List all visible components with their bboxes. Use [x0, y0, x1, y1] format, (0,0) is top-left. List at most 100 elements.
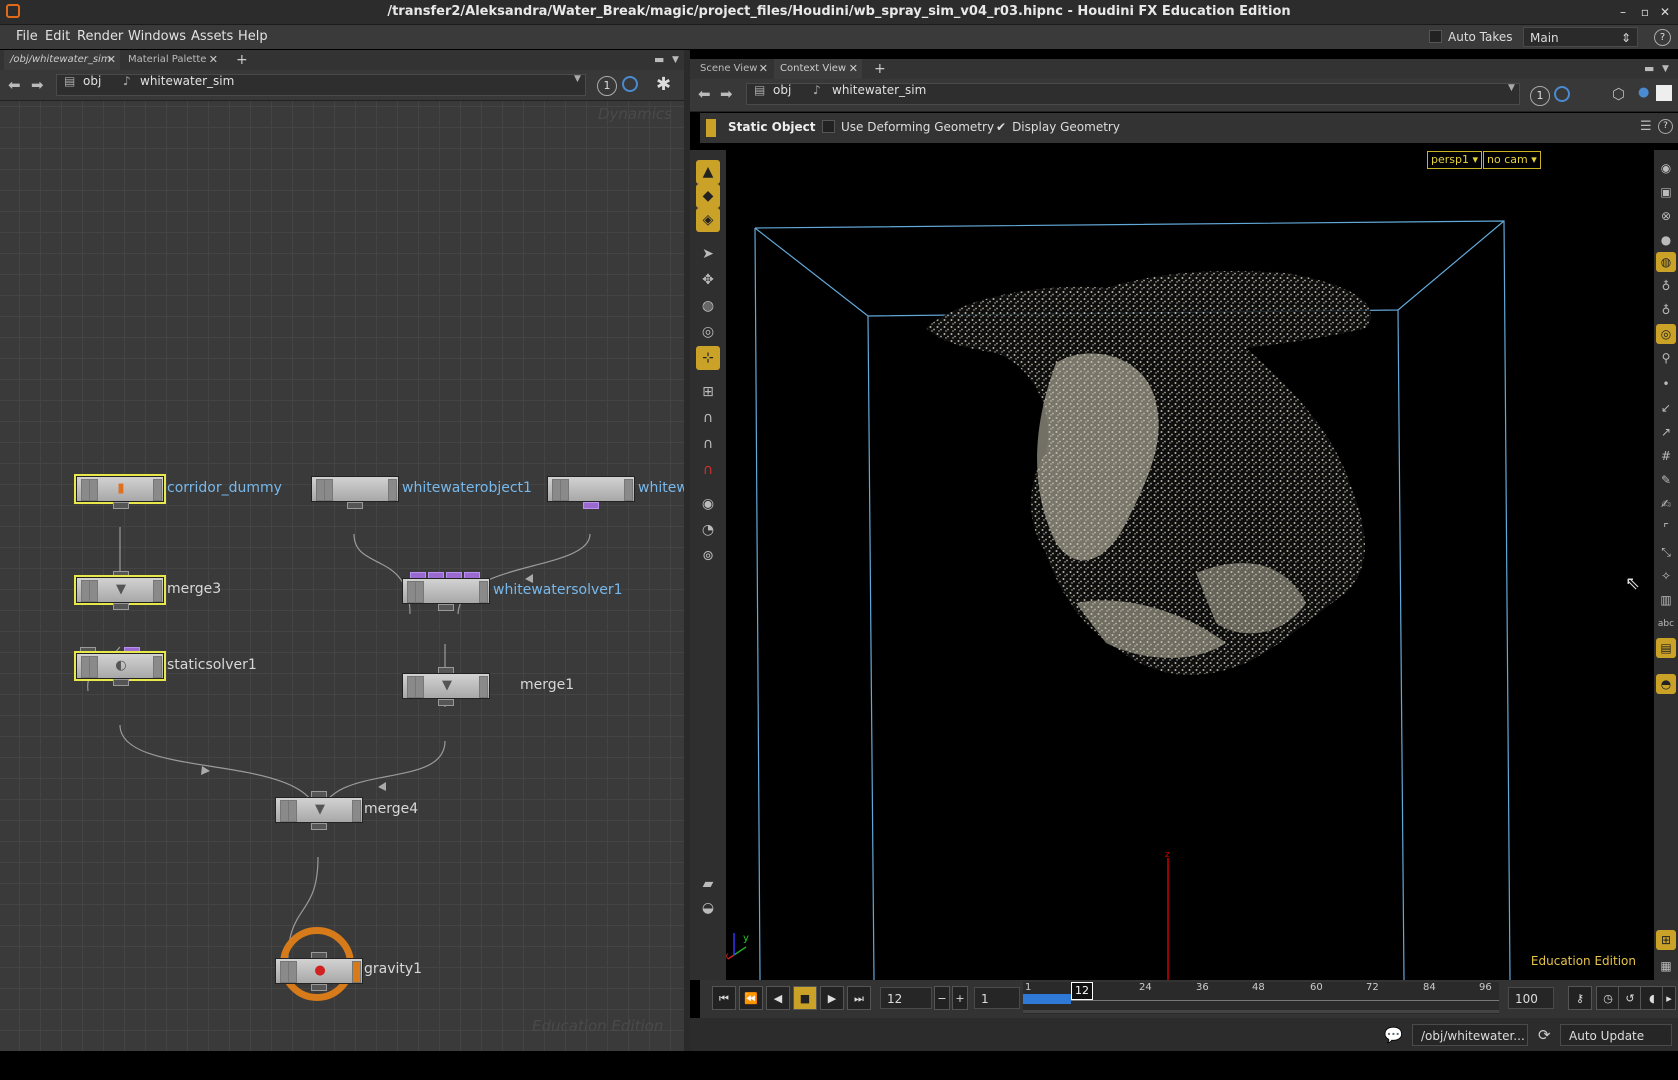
add-tab-icon[interactable]: +: [868, 59, 888, 79]
chevron-down-icon[interactable]: ▼: [1508, 83, 1515, 93]
lock-icon[interactable]: ▣: [1656, 182, 1676, 202]
transform-icon[interactable]: ✧: [1656, 566, 1676, 586]
node-flag[interactable]: [153, 656, 162, 678]
auto-takes-checkbox[interactable]: [1429, 30, 1442, 43]
close-icon[interactable]: ✕: [107, 50, 116, 70]
no-cam-dropdown[interactable]: no cam ▾: [1483, 151, 1541, 169]
snap-curve-icon[interactable]: ∩: [696, 406, 720, 430]
gear-icon[interactable]: ✱: [656, 74, 671, 95]
viewport-split-icon[interactable]: ▦: [1656, 956, 1676, 976]
node-output-port[interactable]: [583, 502, 599, 509]
light-icon[interactable]: ●: [1656, 230, 1676, 250]
pane-menu-icon[interactable]: ▬: [1638, 59, 1654, 79]
node-flag[interactable]: [288, 961, 297, 983]
add-tab-icon[interactable]: +: [230, 50, 250, 70]
node-output-port[interactable]: [311, 984, 327, 991]
snap-point-icon[interactable]: ∩: [696, 432, 720, 456]
step-field[interactable]: 1: [974, 987, 1020, 1009]
node-flag[interactable]: [479, 676, 488, 698]
pose-icon[interactable]: ✥: [696, 268, 720, 292]
node-gravity1[interactable]: ●: [275, 958, 363, 984]
jump-start-icon[interactable]: ⏮: [712, 986, 736, 1010]
back-arrow-icon[interactable]: ⬅: [698, 85, 711, 103]
select-arrow-icon[interactable]: ➤: [696, 242, 720, 266]
menu-help[interactable]: Help: [238, 29, 268, 44]
path-node[interactable]: whitewater_sim: [832, 83, 926, 97]
node-whitewaterobject1[interactable]: [311, 476, 399, 502]
node-flag[interactable]: [560, 479, 569, 501]
forward-arrow-icon[interactable]: ➡: [31, 76, 44, 94]
pin-counter[interactable]: 1: [597, 76, 617, 96]
minus-icon[interactable]: −: [934, 986, 950, 1010]
menu-windows[interactable]: Windows: [128, 29, 186, 44]
snap-grid-icon[interactable]: ⊞: [696, 380, 720, 404]
abc-text-icon[interactable]: abc: [1656, 614, 1676, 634]
node-output-port[interactable]: [438, 604, 454, 611]
path-root[interactable]: obj: [83, 74, 101, 88]
tab-scene-view[interactable]: Scene View ✕: [694, 59, 772, 79]
persp-camera-dropdown[interactable]: persp1 ▾: [1427, 151, 1483, 169]
play-icon[interactable]: ▶: [820, 986, 844, 1010]
playbar-options-icon[interactable]: ▸: [1662, 986, 1676, 1010]
node-output-port[interactable]: [311, 823, 327, 830]
link-camera-icon[interactable]: ⊗: [1656, 206, 1676, 226]
chevron-down-icon[interactable]: ▼: [1656, 59, 1672, 79]
node-flag[interactable]: [153, 580, 162, 602]
paint-icon[interactable]: ✍: [1656, 494, 1676, 514]
use-deforming-geometry-toggle[interactable]: Use Deforming Geometry: [822, 120, 994, 134]
menu-assets[interactable]: Assets: [191, 29, 233, 44]
checkmark-icon[interactable]: ✔: [996, 120, 1006, 134]
forward-arrow-icon[interactable]: ➡: [720, 85, 733, 103]
pin-counter[interactable]: 1: [1530, 86, 1550, 106]
tab-obj-whitewater-sim[interactable]: /obj/whitewater_sim ✕: [4, 50, 120, 70]
pin-icon[interactable]: ♁: [1656, 276, 1676, 296]
scale-icon[interactable]: ◎: [696, 320, 720, 344]
node-merge4[interactable]: ▼: [275, 797, 363, 823]
node-whitew[interactable]: [547, 476, 635, 502]
scale-handle-icon[interactable]: ⤡: [1656, 542, 1676, 562]
corner-icon[interactable]: ⌜: [1656, 518, 1676, 538]
chevron-down-icon[interactable]: ▼: [666, 50, 682, 70]
step-back-icon[interactable]: ⏪: [739, 986, 763, 1010]
node-output-port[interactable]: [347, 502, 363, 509]
render-region-icon[interactable]: ◔: [696, 518, 720, 542]
help-icon[interactable]: ?: [1658, 119, 1673, 134]
close-icon[interactable]: ✕: [849, 59, 858, 79]
layout-icon[interactable]: ⊞: [1656, 930, 1676, 950]
maximize-icon[interactable]: ▫: [1636, 3, 1654, 21]
snapshot-icon[interactable]: ▤: [1656, 638, 1676, 658]
network-editor[interactable]: Dynamics Education Edition ▮ corridor_du…: [0, 101, 684, 1051]
close-icon[interactable]: ✕: [1656, 3, 1674, 21]
back-arrow-icon[interactable]: ⬅: [8, 76, 21, 94]
normal-icon[interactable]: ↙: [1656, 398, 1676, 418]
node-staticsolver1[interactable]: ◐: [74, 651, 166, 681]
current-frame-marker[interactable]: 12: [1071, 982, 1093, 1000]
toolbar-options-icon[interactable]: ☰: [1640, 119, 1652, 134]
link-icon[interactable]: [622, 76, 638, 92]
headlight-icon[interactable]: ◍: [1656, 252, 1676, 272]
tab-material-palette[interactable]: Material Palette ✕: [122, 50, 222, 70]
rotate-icon[interactable]: ◍: [696, 294, 720, 318]
magnet-icon[interactable]: ∩: [696, 458, 720, 482]
status-path-dropdown[interactable]: /obj/whitewater...: [1412, 1024, 1528, 1046]
node-flag[interactable]: [415, 676, 424, 698]
menu-file[interactable]: File: [16, 29, 38, 44]
vector-icon[interactable]: ↗: [1656, 422, 1676, 442]
handle-icon[interactable]: ⊹: [696, 346, 720, 370]
eye-icon[interactable]: ◉: [1656, 158, 1676, 178]
minimize-icon[interactable]: –: [1614, 3, 1632, 21]
audio-icon[interactable]: ◖: [1640, 986, 1664, 1010]
brush-icon[interactable]: ✎: [1656, 470, 1676, 490]
node-flag[interactable]: [288, 800, 297, 822]
pane-menu-icon[interactable]: ▬: [648, 50, 664, 70]
path-root[interactable]: obj: [773, 83, 791, 97]
realtime-icon[interactable]: ◷: [1596, 986, 1620, 1010]
display-points-icon[interactable]: ◎: [1656, 324, 1676, 344]
stop-icon[interactable]: ■: [793, 986, 817, 1010]
node-output-port[interactable]: [113, 502, 129, 509]
close-icon[interactable]: ✕: [209, 50, 218, 70]
node-flag[interactable]: [479, 581, 488, 603]
point-icon[interactable]: •: [1656, 374, 1676, 394]
visualize-icon[interactable]: ◉: [696, 492, 720, 516]
display-options-icon[interactable]: ◒: [696, 896, 720, 920]
